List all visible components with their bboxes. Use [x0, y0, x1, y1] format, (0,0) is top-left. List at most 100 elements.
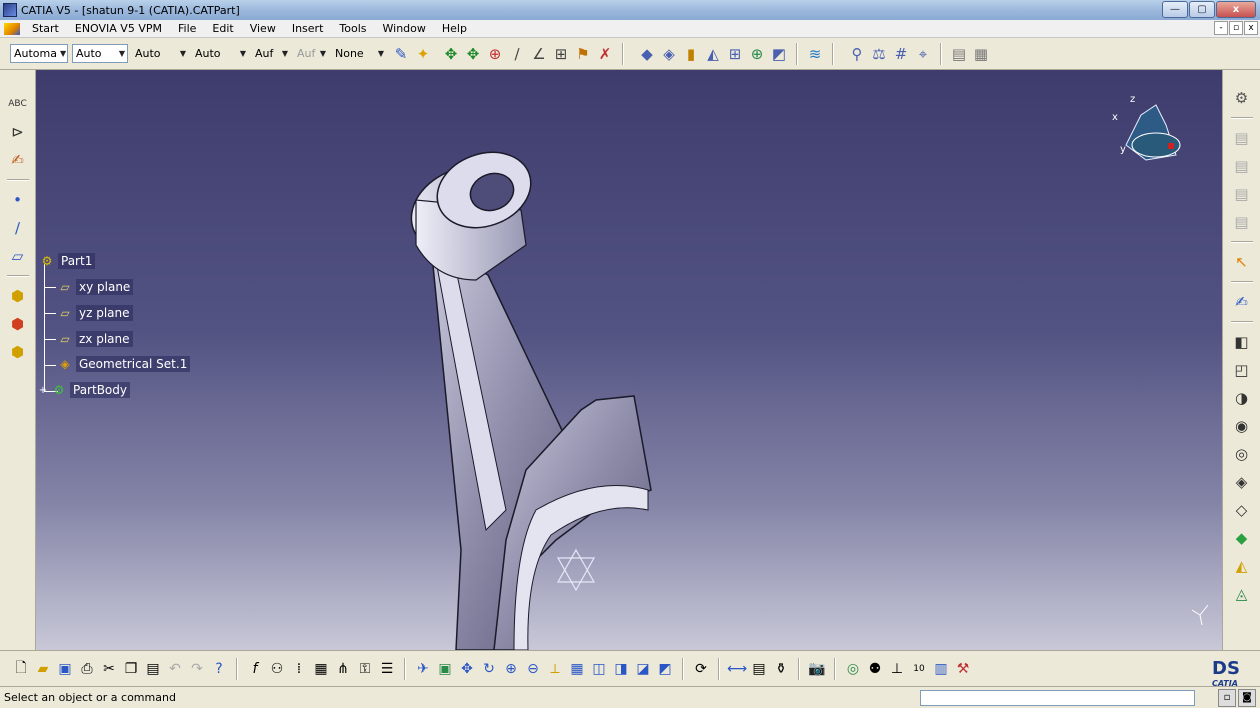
measure-inertia-icon[interactable]: ⚱ — [771, 659, 791, 679]
units-icon[interactable]: 10 — [909, 659, 929, 679]
menu-window[interactable]: Window — [375, 20, 434, 38]
analysis-icon[interactable]: ◎ — [843, 659, 863, 679]
snap-point-icon[interactable]: ⊕ — [485, 44, 505, 64]
multi-view-icon[interactable]: ▦ — [567, 659, 587, 679]
pad-feature-icon[interactable]: ◧ — [1231, 331, 1253, 353]
list-icon[interactable]: ☰ — [377, 659, 397, 679]
line-icon[interactable]: ∕ — [7, 217, 29, 239]
tree-node-zx-plane[interactable]: ▱ zx plane — [56, 331, 133, 347]
layer-combo[interactable]: Auf ▼ — [294, 44, 328, 63]
print-icon[interactable]: ⎙ — [77, 659, 97, 679]
pocket-feature-icon[interactable]: ◰ — [1231, 359, 1253, 381]
disabled-tool-icon[interactable]: ▤ — [1231, 127, 1253, 149]
chamfer-feature-icon[interactable]: ◭ — [1231, 555, 1253, 577]
save-icon[interactable]: ▣ — [55, 659, 75, 679]
select-arrow-icon[interactable]: ↖ — [1231, 251, 1253, 273]
rotate-move-icon[interactable]: ✥ — [463, 44, 483, 64]
swap-visible-icon[interactable]: ◩ — [655, 659, 675, 679]
flag-note-icon[interactable]: ⊳ — [7, 121, 29, 143]
tree-node-yz-plane[interactable]: ▱ yz plane — [56, 305, 133, 321]
tree-node-part1[interactable]: ⚙ Part1 — [38, 253, 96, 269]
pointer-icon[interactable]: ✗ — [595, 44, 615, 64]
tree-node-xy-plane[interactable]: ▱ xy plane — [56, 279, 134, 295]
minimize-button[interactable]: — — [1162, 1, 1188, 18]
capture-icon[interactable]: 📷 — [807, 659, 827, 679]
color-combo[interactable]: Automa ▼ — [10, 44, 68, 63]
open-folder-icon[interactable]: ▰ — [33, 659, 53, 679]
menu-insert[interactable]: Insert — [284, 20, 332, 38]
tree-icon[interactable]: ⋔ — [333, 659, 353, 679]
close-button[interactable]: x — [1216, 1, 1256, 18]
whats-this-icon[interactable]: ? — [209, 659, 229, 679]
menu-start[interactable]: Start — [24, 20, 67, 38]
knowledge-icon[interactable]: ⚇ — [267, 659, 287, 679]
power-input-field[interactable] — [920, 690, 1195, 706]
parameter-icon[interactable]: ⁞ — [289, 659, 309, 679]
line-thickness-combo[interactable]: Auto ▼ — [132, 44, 188, 63]
slot-feature-icon[interactable]: ◇ — [1231, 499, 1253, 521]
cut-icon[interactable]: ✂ — [99, 659, 119, 679]
pan-icon[interactable]: ✥ — [457, 659, 477, 679]
line-snap-icon[interactable]: ∕ — [507, 44, 527, 64]
settings-gear-icon[interactable]: ⚙ — [1231, 87, 1253, 109]
fit-all-icon[interactable]: ▣ — [435, 659, 455, 679]
sketch-edit-icon[interactable]: ✍ — [1231, 291, 1253, 313]
lock-icon[interactable]: ⚿ — [355, 659, 375, 679]
line-type-combo[interactable]: Auto ▼ — [192, 44, 248, 63]
3d-viewport[interactable]: x y z — [36, 70, 1222, 650]
rotate-icon[interactable]: ↻ — [479, 659, 499, 679]
analysis-icon[interactable]: ⚑ — [573, 44, 593, 64]
fly-mode-icon[interactable]: ✈ — [413, 659, 433, 679]
menu-view[interactable]: View — [242, 20, 284, 38]
measure-item-icon[interactable]: ▤ — [749, 659, 769, 679]
doc-minimize-button[interactable]: - — [1214, 21, 1228, 35]
status-help-button[interactable]: ◙ — [1238, 689, 1256, 707]
undo-icon[interactable]: ↶ — [165, 659, 185, 679]
table-icon[interactable]: ▦ — [311, 659, 331, 679]
groove-feature-icon[interactable]: ◎ — [1231, 443, 1253, 465]
new-file-icon[interactable]: 🗋 — [11, 659, 31, 679]
inertia-icon[interactable]: ⚖ — [869, 44, 889, 64]
pad-icon[interactable]: ◭ — [703, 44, 723, 64]
zoom-out-icon[interactable]: ⊖ — [523, 659, 543, 679]
menu-help[interactable]: Help — [434, 20, 475, 38]
graphic-properties-icon[interactable]: ✦ — [413, 44, 433, 64]
paint-brush-icon[interactable]: ✎ — [391, 44, 411, 64]
grid-icon[interactable]: # — [891, 44, 911, 64]
shading-edges-icon[interactable]: ◈ — [659, 44, 679, 64]
normal-view-icon[interactable]: ⟂ — [545, 659, 565, 679]
tree-node-partbody[interactable]: + ⚙ PartBody — [38, 382, 130, 398]
shaft-feature-icon[interactable]: ◑ — [1231, 387, 1253, 409]
axis-icon[interactable]: ⌖ — [913, 44, 933, 64]
pattern-icon[interactable]: ⊞ — [725, 44, 745, 64]
surface-icon[interactable]: ≋ — [805, 44, 825, 64]
maximize-button[interactable]: ▢ — [1189, 1, 1215, 18]
sketcher-icon[interactable]: ✍ — [7, 149, 29, 171]
menu-enovia[interactable]: ENOVIA V5 VPM — [67, 20, 170, 38]
catalog-icon[interactable]: ▤ — [949, 44, 969, 64]
update-icon[interactable]: ⟳ — [691, 659, 711, 679]
point-type-combo[interactable]: Auf ▼ — [252, 44, 290, 63]
status-option-button[interactable]: ▫ — [1218, 689, 1236, 707]
disabled-tool-icon[interactable]: ▤ — [1231, 183, 1253, 205]
draft-feature-icon[interactable]: ◬ — [1231, 583, 1253, 605]
rib-feature-icon[interactable]: ◈ — [1231, 471, 1253, 493]
catalog-browser-icon[interactable]: ▥ — [931, 659, 951, 679]
angle-icon[interactable]: ∠ — [529, 44, 549, 64]
menu-file[interactable]: File — [170, 20, 204, 38]
shading-icon[interactable]: ◆ — [637, 44, 657, 64]
catia-app-icon[interactable] — [3, 3, 17, 17]
text-annotation-icon[interactable]: ABC — [7, 93, 29, 115]
macro-icon[interactable]: ⚒ — [953, 659, 973, 679]
paste-icon[interactable]: ▤ — [143, 659, 163, 679]
move-icon[interactable]: ✥ — [441, 44, 461, 64]
copy-icon[interactable]: ❐ — [121, 659, 141, 679]
shading-mode-icon[interactable]: ◨ — [611, 659, 631, 679]
fillet-feature-icon[interactable]: ◆ — [1231, 527, 1253, 549]
dimension-icon[interactable]: ⊞ — [551, 44, 571, 64]
apply-material-icon[interactable]: ⚉ — [865, 659, 885, 679]
cylinder-icon[interactable]: ▮ — [681, 44, 701, 64]
menu-tools[interactable]: Tools — [331, 20, 374, 38]
point-icon[interactable]: • — [7, 189, 29, 211]
menu-edit[interactable]: Edit — [204, 20, 241, 38]
